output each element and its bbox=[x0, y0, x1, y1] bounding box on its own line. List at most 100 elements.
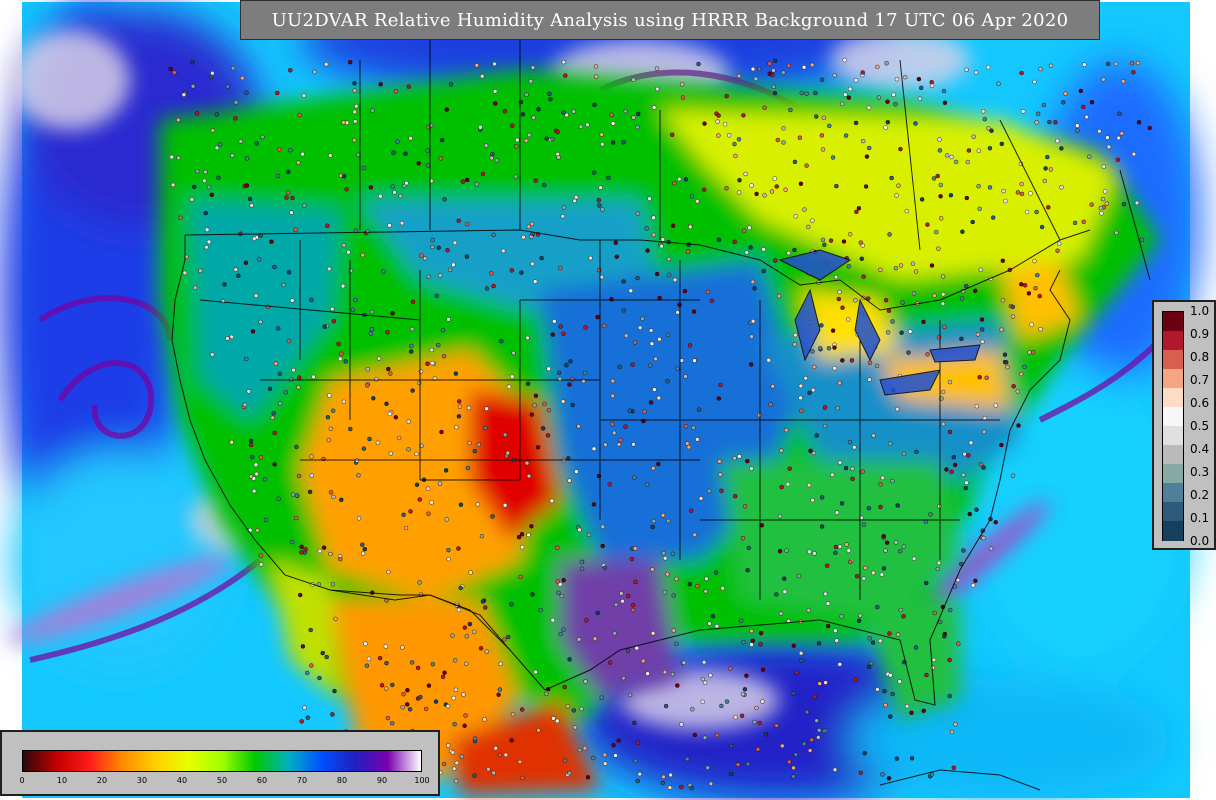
observation-dot bbox=[1010, 314, 1016, 319]
observation-dot bbox=[607, 482, 612, 487]
obs-tick-label: 1.0 bbox=[1190, 304, 1210, 318]
observation-dot bbox=[430, 237, 435, 243]
observation-dot bbox=[375, 440, 381, 445]
observation-dot bbox=[406, 447, 411, 452]
rh-tick-label: 60 bbox=[256, 776, 268, 785]
observation-dot bbox=[541, 426, 546, 431]
observation-dot bbox=[602, 323, 607, 329]
observation-dot bbox=[401, 512, 406, 517]
observation-dot bbox=[464, 661, 469, 666]
observation-dot bbox=[707, 621, 712, 626]
observation-dot bbox=[898, 607, 903, 613]
observation-dot bbox=[1102, 189, 1108, 194]
observation-dot bbox=[668, 772, 673, 778]
observation-dot bbox=[814, 718, 819, 723]
observation-dot bbox=[567, 382, 572, 387]
observation-dot bbox=[561, 331, 566, 336]
observation-dot bbox=[883, 548, 888, 553]
observation-dot bbox=[489, 155, 494, 161]
observation-dot bbox=[490, 514, 495, 519]
observation-dot bbox=[629, 556, 635, 562]
observation-dot bbox=[729, 743, 734, 749]
observation-dot bbox=[761, 247, 766, 252]
observation-dot bbox=[904, 208, 909, 214]
observation-dot bbox=[403, 525, 409, 531]
observation-dot bbox=[367, 436, 372, 442]
observation-dot bbox=[484, 649, 489, 654]
observation-dot bbox=[400, 705, 405, 710]
observation-dot bbox=[520, 707, 525, 712]
observation-dot bbox=[745, 761, 751, 767]
observation-dot bbox=[692, 732, 697, 738]
observation-dot bbox=[348, 268, 353, 273]
observation-dot bbox=[853, 120, 859, 126]
observation-dot bbox=[821, 115, 827, 121]
observation-dot bbox=[896, 183, 901, 188]
observation-dot bbox=[383, 644, 388, 649]
observation-dot bbox=[332, 688, 337, 694]
observation-dot bbox=[797, 135, 803, 140]
observation-dot bbox=[387, 411, 392, 417]
observation-dot bbox=[842, 57, 847, 63]
observation-dot bbox=[410, 299, 416, 304]
observation-dot bbox=[253, 462, 259, 467]
observation-dot bbox=[740, 536, 746, 541]
observation-dot bbox=[775, 137, 780, 143]
observation-dot bbox=[965, 159, 970, 165]
observation-dot bbox=[768, 402, 773, 407]
observation-dot bbox=[343, 359, 348, 364]
observation-dot bbox=[900, 300, 905, 305]
observation-dot bbox=[843, 92, 848, 97]
observation-dot bbox=[309, 454, 314, 459]
observation-dot bbox=[807, 549, 812, 554]
observation-dot bbox=[542, 401, 547, 407]
observation-dot bbox=[677, 176, 682, 182]
rh-tick-label: 90 bbox=[376, 776, 388, 785]
observation-dot bbox=[331, 408, 336, 413]
observation-dot bbox=[456, 546, 461, 551]
observation-dot bbox=[638, 325, 643, 330]
observation-dot bbox=[749, 466, 754, 471]
observation-dot bbox=[837, 460, 843, 465]
observation-dot bbox=[679, 722, 684, 727]
observation-dot bbox=[1016, 423, 1021, 428]
observation-dot bbox=[745, 458, 750, 464]
observation-dot bbox=[904, 704, 910, 709]
observation-dot bbox=[968, 440, 974, 445]
observation-dot bbox=[190, 84, 196, 89]
observation-dot bbox=[973, 288, 978, 293]
observation-dot bbox=[217, 142, 223, 147]
observation-dot bbox=[675, 310, 680, 315]
observation-dot bbox=[949, 154, 954, 160]
observation-dot bbox=[832, 73, 837, 78]
observation-dot bbox=[1059, 146, 1064, 151]
observation-dot bbox=[377, 655, 383, 661]
observation-dot bbox=[938, 194, 943, 199]
observation-dot bbox=[981, 535, 986, 541]
observation-dot bbox=[665, 332, 671, 337]
observation-dot bbox=[930, 665, 935, 670]
observation-dot bbox=[742, 687, 748, 692]
observation-dot bbox=[623, 424, 628, 429]
observation-dot bbox=[356, 473, 361, 478]
observation-dot bbox=[302, 705, 307, 710]
observation-dot bbox=[311, 374, 316, 380]
observation-dot bbox=[361, 165, 367, 171]
observation-dot bbox=[779, 448, 784, 453]
observation-dot bbox=[814, 114, 819, 119]
observation-dot bbox=[216, 175, 221, 181]
observation-dot bbox=[521, 234, 526, 240]
observation-dot bbox=[1033, 286, 1038, 291]
observation-dot bbox=[1078, 88, 1084, 94]
observation-dot bbox=[491, 232, 496, 238]
observation-dot bbox=[526, 224, 531, 229]
observation-dot bbox=[799, 658, 804, 663]
observation-dot bbox=[1117, 111, 1122, 117]
observation-dot bbox=[190, 60, 195, 65]
observation-dot bbox=[195, 168, 200, 174]
observation-dot bbox=[1114, 230, 1119, 236]
observation-dot bbox=[331, 319, 337, 324]
observation-dot bbox=[1029, 322, 1034, 327]
observation-dot bbox=[885, 99, 890, 104]
observation-dot bbox=[1135, 60, 1141, 66]
